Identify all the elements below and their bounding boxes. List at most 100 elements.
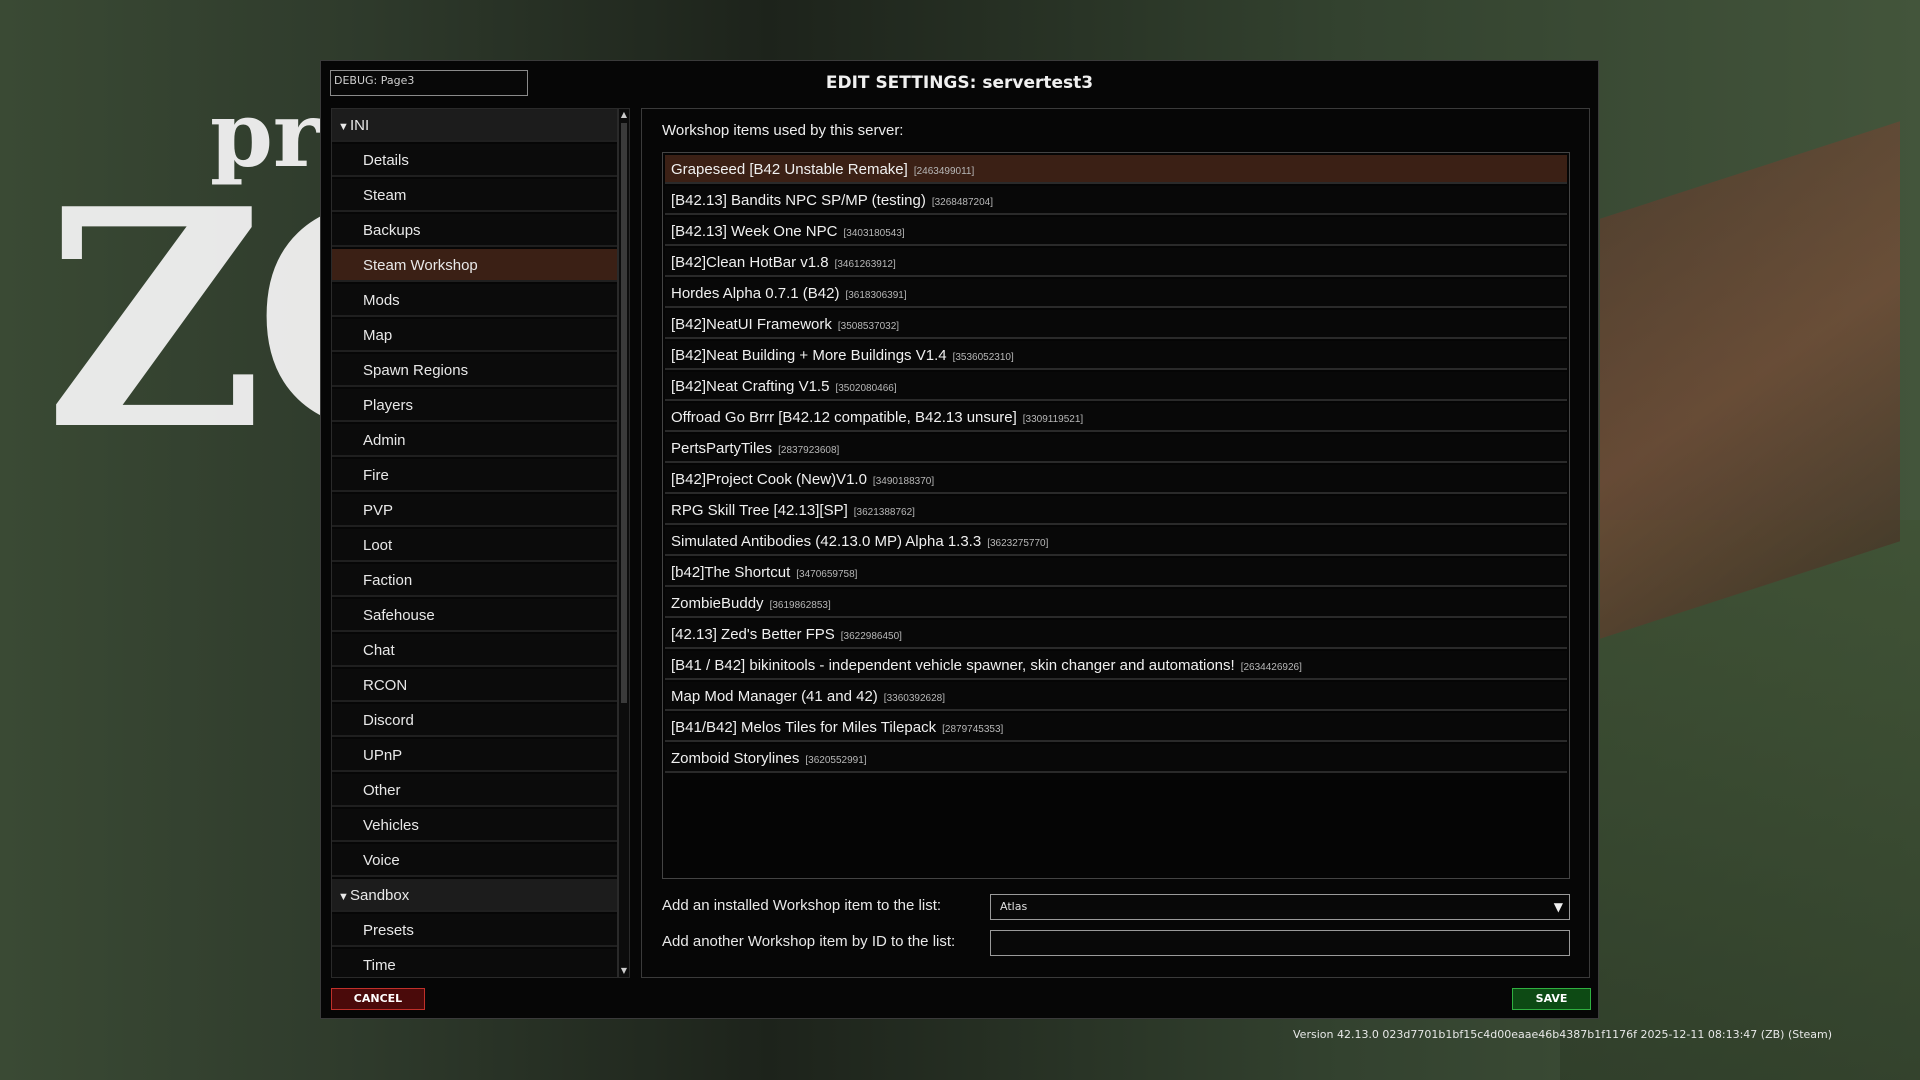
nav-item-10[interactable]: Fire <box>332 459 617 492</box>
nav-item-label: Steam <box>363 187 407 204</box>
nav-item-21[interactable]: Voice <box>332 844 617 877</box>
scroll-thumb[interactable] <box>621 123 627 703</box>
workshop-item-name: ZombieBuddy <box>671 595 764 612</box>
workshop-item-row[interactable]: [b42]The Shortcut [3470659758] <box>665 558 1567 587</box>
nav-item-label: Vehicles <box>363 817 419 834</box>
scroll-up-arrow-icon[interactable]: ▲ <box>619 109 629 121</box>
workshop-item-row[interactable]: Hordes Alpha 0.7.1 (B42) [3618306391] <box>665 279 1567 308</box>
nav-scrollbar[interactable]: ▲ ▼ <box>618 108 630 978</box>
nav-item-label: Chat <box>363 642 395 659</box>
nav-item-9[interactable]: Admin <box>332 424 617 457</box>
workshop-item-id: [3620552991] <box>805 755 867 766</box>
workshop-item-row[interactable]: [B41/B42] Melos Tiles for Miles Tilepack… <box>665 713 1567 742</box>
nav-item-6[interactable]: Map <box>332 319 617 352</box>
scroll-down-arrow-icon[interactable]: ▼ <box>619 965 629 977</box>
workshop-item-row[interactable]: Simulated Antibodies (42.13.0 MP) Alpha … <box>665 527 1567 556</box>
nav-item-label: Spawn Regions <box>363 362 469 379</box>
nav-item-14[interactable]: Safehouse <box>332 599 617 632</box>
workshop-item-id: [3470659758] <box>796 569 858 580</box>
nav-item-label: Time <box>363 957 396 974</box>
dropdown-value: Atlas <box>1000 900 1028 913</box>
nav-item-label: Backups <box>363 222 421 239</box>
workshop-item-row[interactable]: RPG Skill Tree [42.13][SP] [3621388762] <box>665 496 1567 525</box>
nav-item-2[interactable]: Steam <box>332 179 617 212</box>
workshop-item-name: Offroad Go Brrr [B42.12 compatible, B42.… <box>671 409 1017 426</box>
workshop-item-row[interactable]: [B42]NeatUI Framework [3508537032] <box>665 310 1567 339</box>
workshop-item-name: Grapeseed [B42 Unstable Remake] <box>671 161 908 178</box>
nav-item-17[interactable]: Discord <box>332 704 617 737</box>
nav-item-label: Mods <box>363 292 400 309</box>
workshop-item-row[interactable]: Offroad Go Brrr [B42.12 compatible, B42.… <box>665 403 1567 432</box>
workshop-item-id: [3622986450] <box>840 631 902 642</box>
nav-item-label: UPnP <box>363 747 403 764</box>
workshop-item-row[interactable]: PertsPartyTiles [2837923608] <box>665 434 1567 463</box>
workshop-items-list: Grapeseed [B42 Unstable Remake] [24634990… <box>662 152 1570 879</box>
workshop-item-id: [3621388762] <box>853 507 915 518</box>
dropdown-arrow-icon[interactable]: ▼ <box>1554 895 1563 919</box>
installed-workshop-dropdown[interactable]: Atlas ▼ <box>990 894 1570 920</box>
nav-item-1[interactable]: Details <box>332 144 617 177</box>
expand-triangle-icon[interactable]: ▼ <box>338 881 350 914</box>
add-installed-label: Add an installed Workshop item to the li… <box>662 897 942 914</box>
workshop-item-row[interactable]: [B42]Clean HotBar v1.8 [3461263912] <box>665 248 1567 277</box>
nav-item-19[interactable]: Other <box>332 774 617 807</box>
workshop-item-name: Hordes Alpha 0.7.1 (B42) <box>671 285 840 302</box>
workshop-item-row[interactable]: Map Mod Manager (41 and 42) [3360392628] <box>665 682 1567 711</box>
nav-item-15[interactable]: Chat <box>332 634 617 667</box>
workshop-item-row[interactable]: Grapeseed [B42 Unstable Remake] [24634990… <box>665 155 1567 184</box>
nav-item-label: Map <box>363 327 393 344</box>
cancel-button[interactable]: CANCEL <box>331 988 425 1010</box>
nav-item-12[interactable]: Loot <box>332 529 617 562</box>
nav-item-label: Steam Workshop <box>363 257 478 274</box>
workshop-item-id: [3490188370] <box>872 476 935 487</box>
save-button[interactable]: SAVE <box>1512 988 1591 1010</box>
workshop-item-id: [3360392628] <box>883 693 945 704</box>
nav-item-11[interactable]: PVP <box>332 494 617 527</box>
workshop-item-name: Zomboid Storylines <box>671 750 800 767</box>
nav-item-7[interactable]: Spawn Regions <box>332 354 617 387</box>
nav-item-23[interactable]: Presets <box>332 914 617 947</box>
nav-item-13[interactable]: Faction <box>332 564 617 597</box>
nav-item-label: Players <box>363 397 414 414</box>
workshop-item-row[interactable]: [B42]Neat Crafting V1.5 [3502080466] <box>665 372 1567 401</box>
nav-item-8[interactable]: Players <box>332 389 617 422</box>
workshop-id-input[interactable] <box>990 930 1570 956</box>
nav-item-16[interactable]: RCON <box>332 669 617 702</box>
workshop-item-name: [B42]Neat Crafting V1.5 <box>671 378 830 395</box>
workshop-heading: Workshop items used by this server: <box>662 122 904 139</box>
nav-item-24[interactable]: Time <box>332 949 617 977</box>
workshop-settings-panel: Workshop items used by this server: Grap… <box>641 108 1590 978</box>
workshop-item-row[interactable]: [B42]Project Cook (New)V1.0 [3490188370] <box>665 465 1567 494</box>
workshop-item-id: [3502080466] <box>835 383 897 394</box>
workshop-item-row[interactable]: [42.13] Zed's Better FPS [3622986450] <box>665 620 1567 649</box>
dialog-title: EDIT SETTINGS: servertest3 <box>825 73 1094 93</box>
add-by-id-label: Add another Workshop item by ID to the l… <box>662 933 956 950</box>
workshop-item-row[interactable]: [B42]Neat Building + More Buildings V1.4… <box>665 341 1567 370</box>
nav-item-label: PVP <box>363 502 394 519</box>
workshop-item-row[interactable]: ZombieBuddy [3619862853] <box>665 589 1567 618</box>
nav-item-label: Details <box>363 152 409 169</box>
nav-item-18[interactable]: UPnP <box>332 739 617 772</box>
nav-group-22[interactable]: ▼Sandbox <box>332 879 617 914</box>
nav-item-label: Other <box>363 782 401 799</box>
workshop-item-row[interactable]: [B42.13] Week One NPC [3403180543] <box>665 217 1567 246</box>
workshop-item-id: [2837923608] <box>778 445 840 456</box>
workshop-item-row[interactable]: [B41 / B42] bikinitools - independent ve… <box>665 651 1567 680</box>
nav-item-label: Admin <box>363 432 406 449</box>
nav-item-4[interactable]: Steam Workshop <box>332 249 617 282</box>
nav-item-label: Faction <box>363 572 413 589</box>
workshop-item-name: [B42]NeatUI Framework <box>671 316 832 333</box>
nav-item-label: Discord <box>363 712 414 729</box>
nav-item-20[interactable]: Vehicles <box>332 809 617 842</box>
workshop-item-id: [3623275770] <box>987 538 1049 549</box>
workshop-item-id: [3508537032] <box>837 321 900 332</box>
workshop-item-row[interactable]: Zomboid Storylines [3620552991] <box>665 744 1567 773</box>
nav-item-label: Sandbox <box>350 887 410 904</box>
nav-item-label: Safehouse <box>363 607 435 624</box>
expand-triangle-icon[interactable]: ▼ <box>338 111 350 144</box>
nav-item-5[interactable]: Mods <box>332 284 617 317</box>
nav-item-3[interactable]: Backups <box>332 214 617 247</box>
edit-settings-dialog: DEBUG: Page3 EDIT SETTINGS: servertest3 … <box>320 60 1599 1019</box>
workshop-item-row[interactable]: [B42.13] Bandits NPC SP/MP (testing) [326… <box>665 186 1567 215</box>
nav-group-0[interactable]: ▼INI <box>332 109 617 144</box>
